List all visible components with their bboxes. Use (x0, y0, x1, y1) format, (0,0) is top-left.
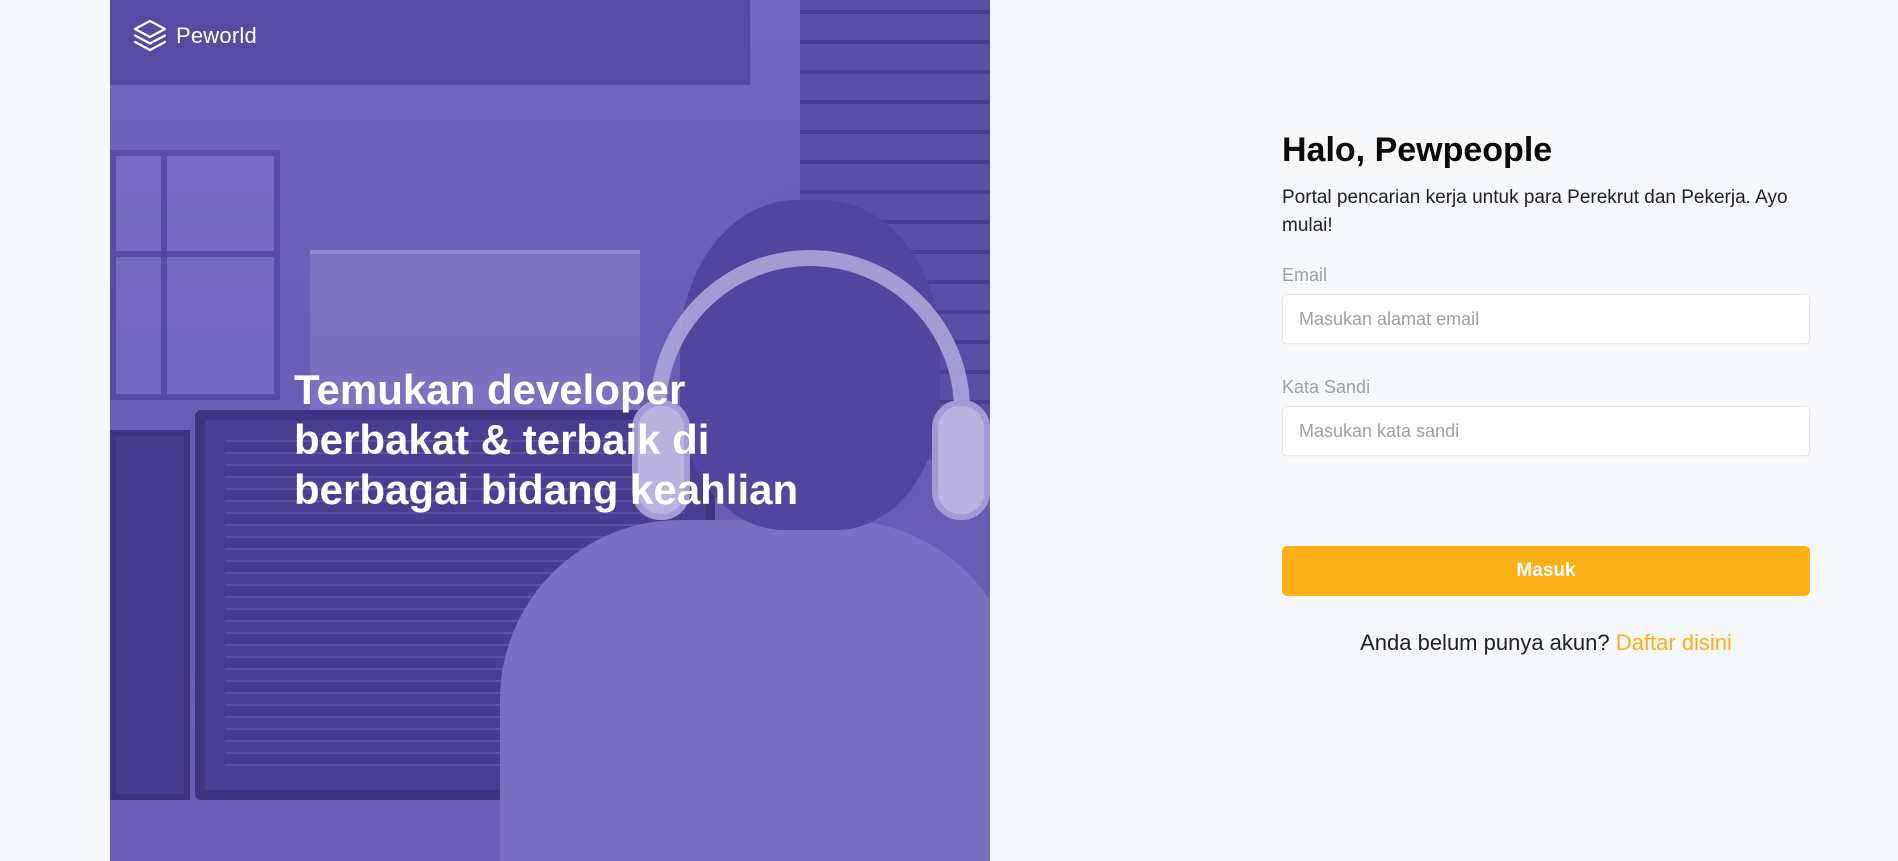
login-page: Peworld Temukan developer berbakat & ter… (0, 0, 1898, 861)
register-prompt-row: Anda belum punya akun? Daftar disini (1282, 630, 1810, 656)
brand-logo[interactable]: Peworld (132, 18, 257, 54)
email-field[interactable] (1282, 294, 1810, 344)
page-title: Halo, Pewpeople (1282, 131, 1553, 169)
hero-headline: Temukan developer berbakat & terbaik di … (294, 366, 799, 513)
password-label: Kata Sandi (1282, 377, 1371, 397)
login-button[interactable]: Masuk (1282, 546, 1810, 596)
email-label: Email (1282, 265, 1328, 285)
brand-name: Peworld (176, 23, 257, 48)
login-form: Halo, Pewpeople Portal pencarian kerja u… (1282, 128, 1810, 655)
password-field[interactable] (1282, 406, 1810, 456)
page-subtitle: Portal pencarian kerja untuk para Perekr… (1282, 187, 1788, 236)
register-prompt: Anda belum punya akun? (1360, 630, 1610, 655)
register-link[interactable]: Daftar disini (1616, 630, 1732, 655)
layers-icon (133, 19, 167, 52)
hero-panel: Peworld Temukan developer berbakat & ter… (110, 0, 990, 861)
